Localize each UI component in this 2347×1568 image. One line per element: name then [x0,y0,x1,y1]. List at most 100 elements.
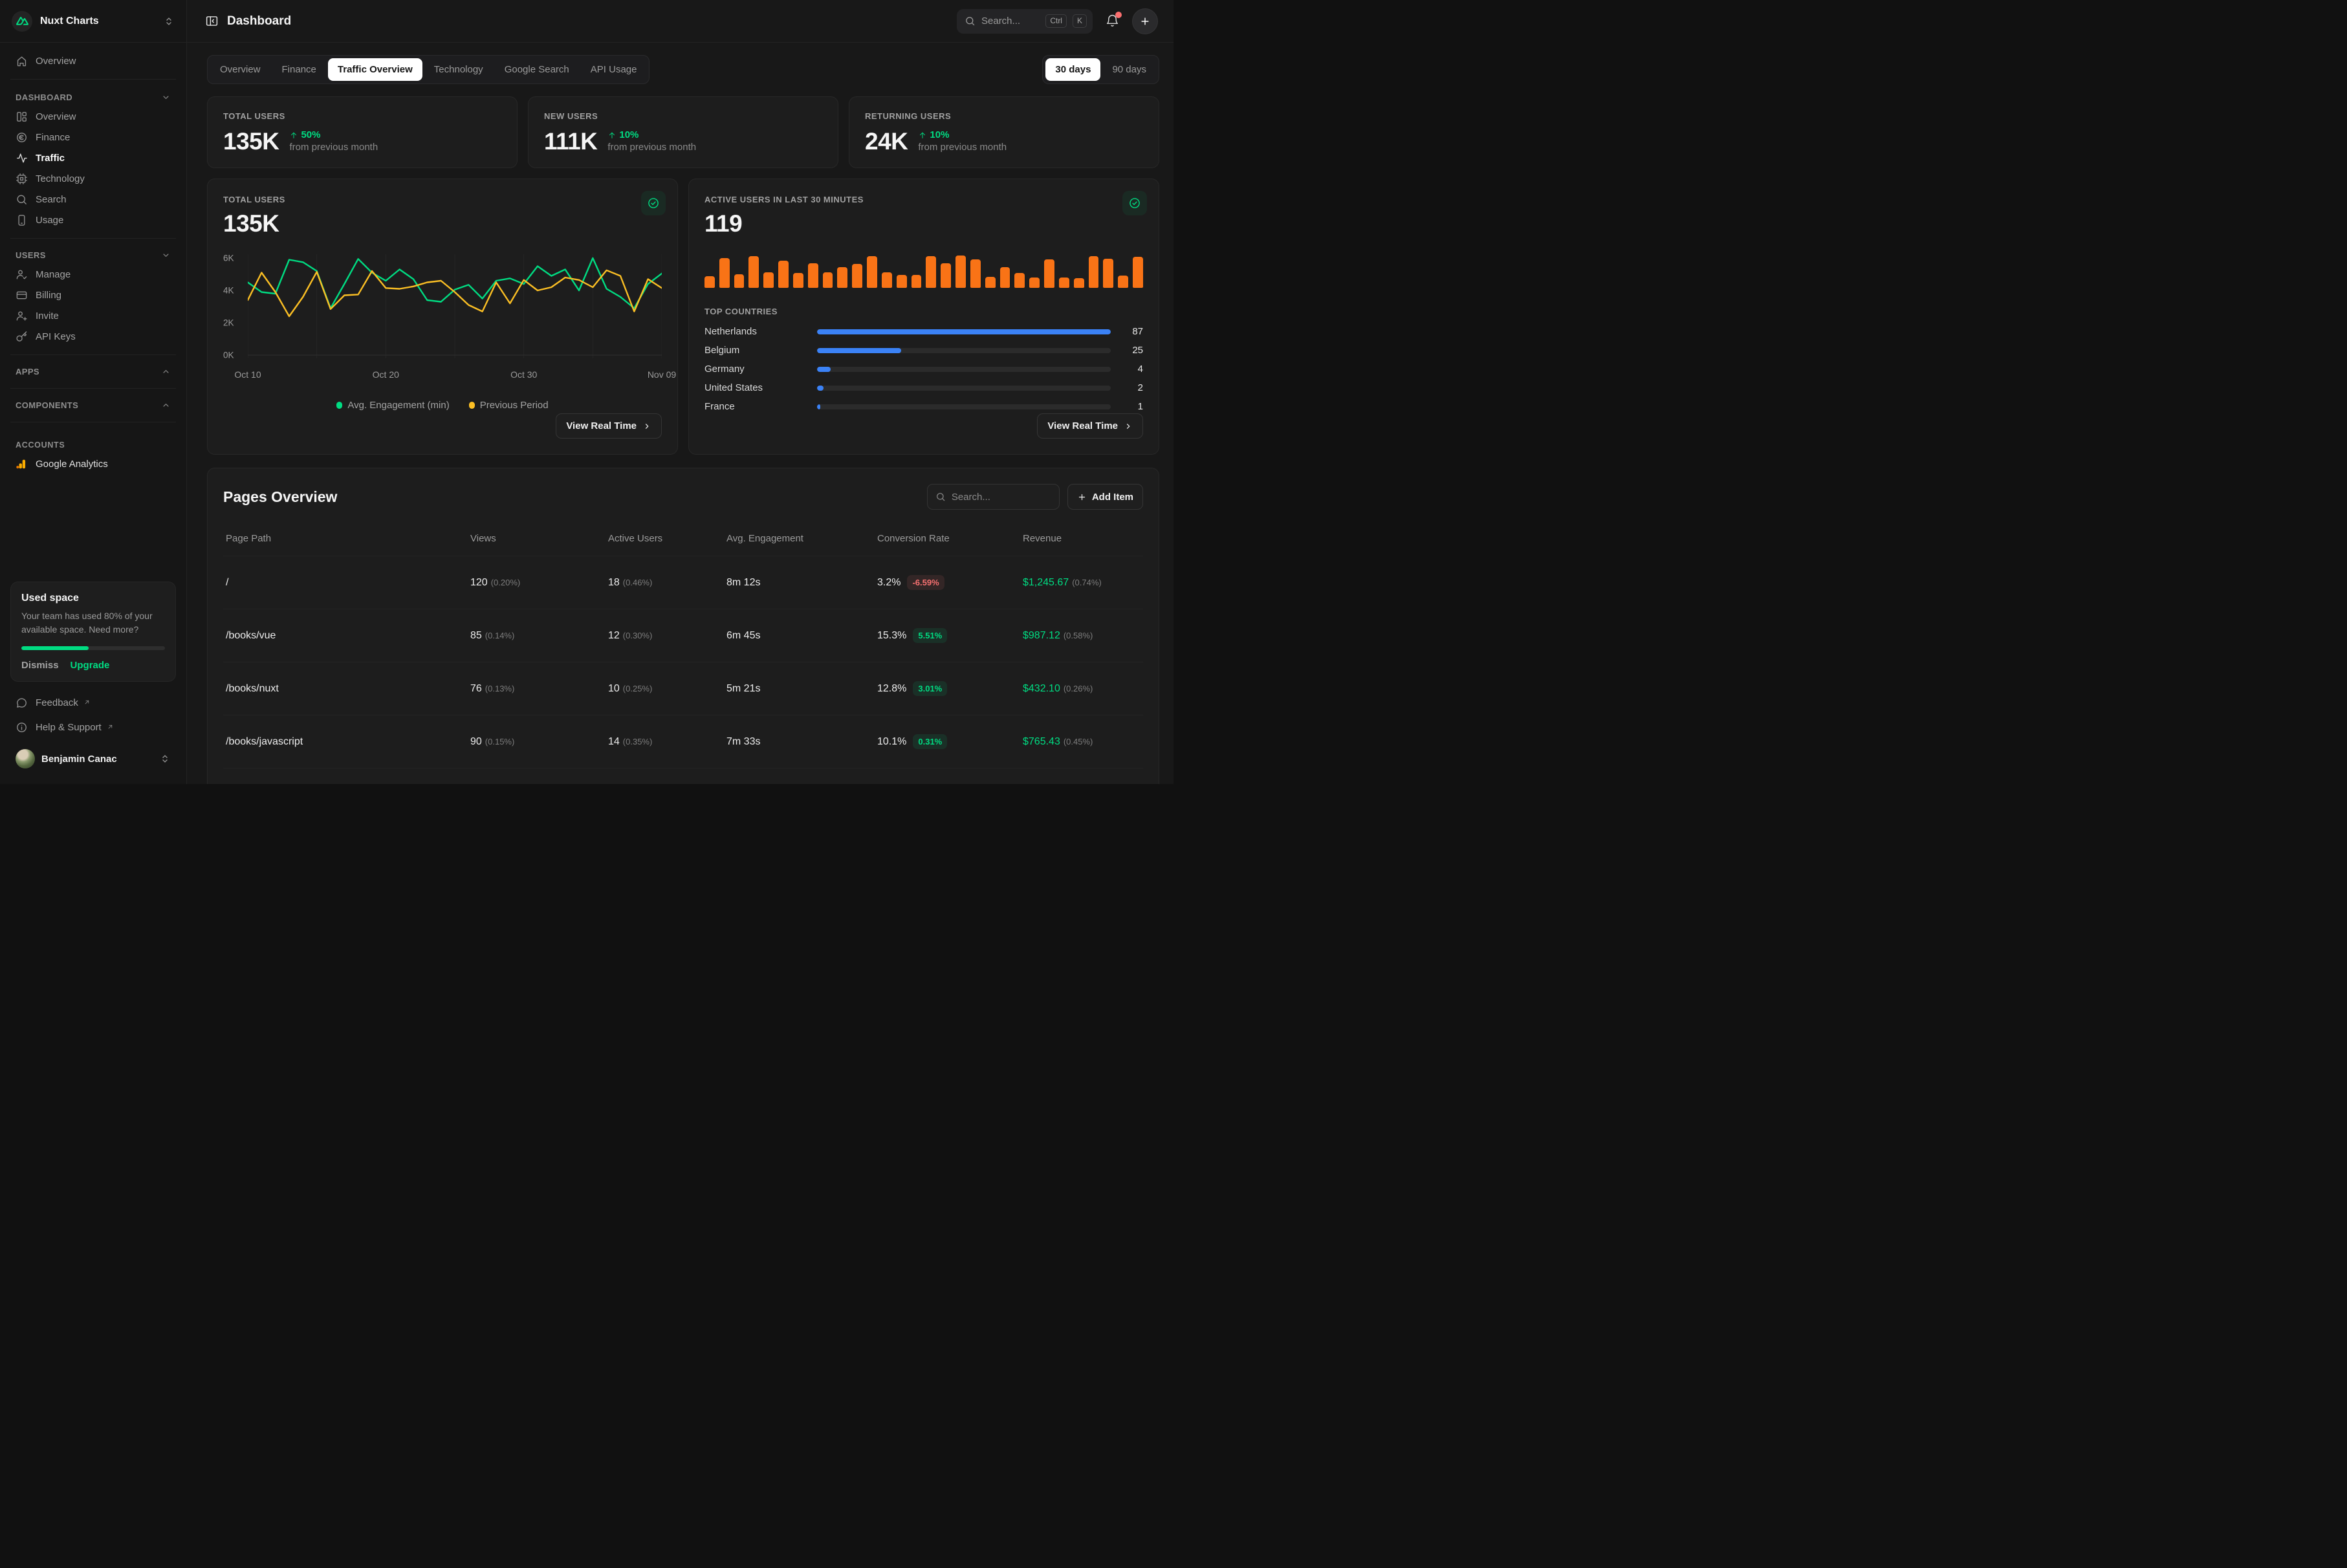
table-row: /books/javascript90(0.15%)14(0.35%)7m 33… [223,715,1143,768]
tab-api-usage[interactable]: API Usage [581,58,647,81]
range-90-days[interactable]: 90 days [1102,58,1156,81]
table-search-input[interactable] [952,492,1051,503]
sidebar-item-invite[interactable]: Invite [9,305,177,326]
chevron-down-icon [161,93,171,102]
avatar [16,749,35,768]
section-dashboard[interactable]: DASHBOARD [9,89,177,106]
section-users[interactable]: USERS [9,246,177,264]
sidebar-item-overview[interactable]: Overview [9,50,177,71]
realtime-bar [1074,278,1084,288]
table-search[interactable] [927,484,1060,510]
sidebar-item-overview[interactable]: Overview [9,106,177,127]
content: OverviewFinanceTraffic OverviewTechnolog… [187,43,1174,784]
notifications-button[interactable] [1103,11,1122,32]
legend-item-previous-period: Previous Period [469,400,549,411]
collapse-sidebar-icon[interactable] [205,14,219,28]
section-components[interactable]: COMPONENTS [9,397,177,414]
country-value: 25 [1121,345,1143,356]
card-label: TOTAL USERS [223,195,662,204]
card-value: 119 [704,210,1143,237]
sidebar-item-finance[interactable]: Finance [9,127,177,147]
range-toggle: 30 days90 days [1042,55,1159,84]
tab-overview[interactable]: Overview [210,58,270,81]
sidebar-link-help-support[interactable]: Help & Support [9,717,177,737]
card-value: 135K [223,210,662,237]
table-row: /book/eloquent-javascript45(0.08%)7(0.18… [223,768,1143,784]
divider [10,354,176,355]
used-space-title: Used space [21,593,165,604]
country-row-belgium: Belgium 25 [704,343,1143,357]
stat-value: 111K [544,130,597,153]
stat-card-returning-users: RETURNING USERS24K10%from previous month [849,96,1159,168]
tab-traffic-overview[interactable]: Traffic Overview [328,58,422,81]
sidebar-item-usage[interactable]: Usage [9,210,177,230]
cell-avg-engagement: 5m 21s [726,683,877,695]
sidebar-link-feedback[interactable]: Feedback [9,692,177,713]
cell-views: 120(0.20%) [470,577,608,589]
workspace-switcher[interactable]: Nuxt Charts [0,0,186,43]
sidebar-item-label: Search [36,194,67,205]
workspace-name: Nuxt Charts [40,16,155,27]
google-analytics-icon [16,458,28,470]
view-real-time-button[interactable]: View Real Time [1037,413,1143,439]
chevron-down-icon [161,250,171,260]
add-item-button[interactable]: Add Item [1067,484,1143,510]
cell-revenue: $765.43(0.45%) [1023,736,1141,748]
conversion-change-badge: -6.59% [907,575,944,590]
view-real-time-button[interactable]: View Real Time [556,413,662,439]
search-input[interactable] [981,16,1040,27]
tab-technology[interactable]: Technology [424,58,493,81]
tab-finance[interactable]: Finance [272,58,326,81]
range-30-days[interactable]: 30 days [1045,58,1100,81]
used-space-card: Used space Your team has used 80% of you… [10,582,176,682]
realtime-bar [970,259,981,288]
country-name: Belgium [704,345,807,356]
sidebar-item-manage[interactable]: Manage [9,264,177,285]
stat-change: 10% [607,129,696,140]
tab-google-search[interactable]: Google Search [495,58,579,81]
info-icon [16,721,28,734]
stat-change: 10% [918,129,1007,140]
cell-conversion-rate: 12.8%3.01% [877,681,1023,696]
country-row-netherlands: Netherlands87 [704,325,1143,338]
realtime-bar [808,263,818,288]
new-item-button[interactable] [1132,8,1158,34]
user-menu[interactable]: Benjamin Canac [9,745,177,772]
realtime-bar [734,274,745,288]
cpu-icon [16,173,28,185]
cell-revenue: $987.12(0.58%) [1023,630,1141,642]
table-row: /120(0.20%)18(0.46%)8m 12s3.2%-6.59%$1,2… [223,556,1143,609]
table-row: /books/nuxt76(0.13%)10(0.25%)5m 21s12.8%… [223,662,1143,715]
topbar: Dashboard Ctrl K [187,0,1174,43]
sidebar-item-billing[interactable]: Billing [9,285,177,305]
realtime-bar-chart [704,255,1143,288]
sidebar-item-technology[interactable]: Technology [9,168,177,189]
stat-caption: from previous month [918,142,1007,153]
top-countries-list: Netherlands87Belgium25Germany4United Sta… [704,325,1143,413]
sidebar-item-traffic[interactable]: Traffic [9,147,177,168]
table-row: /books/vue85(0.14%)12(0.30%)6m 45s15.3%5… [223,609,1143,662]
sidebar-item-label: Technology [36,173,85,184]
cell-page-path: /books/javascript [226,736,470,748]
account-item-google-analytics[interactable]: Google Analytics [9,453,177,474]
upgrade-button[interactable]: Upgrade [71,660,110,671]
global-search[interactable]: Ctrl K [957,9,1093,34]
stats-row: TOTAL USERS135K50%from previous monthNEW… [207,96,1159,168]
user-check-icon [16,268,28,281]
sidebar-item-api-keys[interactable]: API Keys [9,326,177,347]
country-bar [817,348,1111,353]
pages-overview-card: Pages Overview Add Item Page PathViewsAc… [207,468,1159,784]
section-apps[interactable]: APPS [9,363,177,380]
cell-active-users: 18(0.46%) [608,577,726,589]
sidebar-item-label: Overview [36,111,76,122]
stat-value: 135K [223,130,279,153]
plus-icon [1139,16,1151,27]
dismiss-button[interactable]: Dismiss [21,660,59,671]
column-header-avg-engagement: Avg. Engagement [726,533,877,544]
sidebar-item-label: API Keys [36,331,76,342]
realtime-bar [719,258,730,288]
sidebar-item-label: Traffic [36,153,65,164]
active-users-card: ACTIVE USERS IN LAST 30 MINUTES 119 TOP … [688,179,1159,455]
total-users-card: TOTAL USERS 135K 6K4K2K0K Oct 10Oct 20Oc… [207,179,678,455]
sidebar-item-search[interactable]: Search [9,189,177,210]
